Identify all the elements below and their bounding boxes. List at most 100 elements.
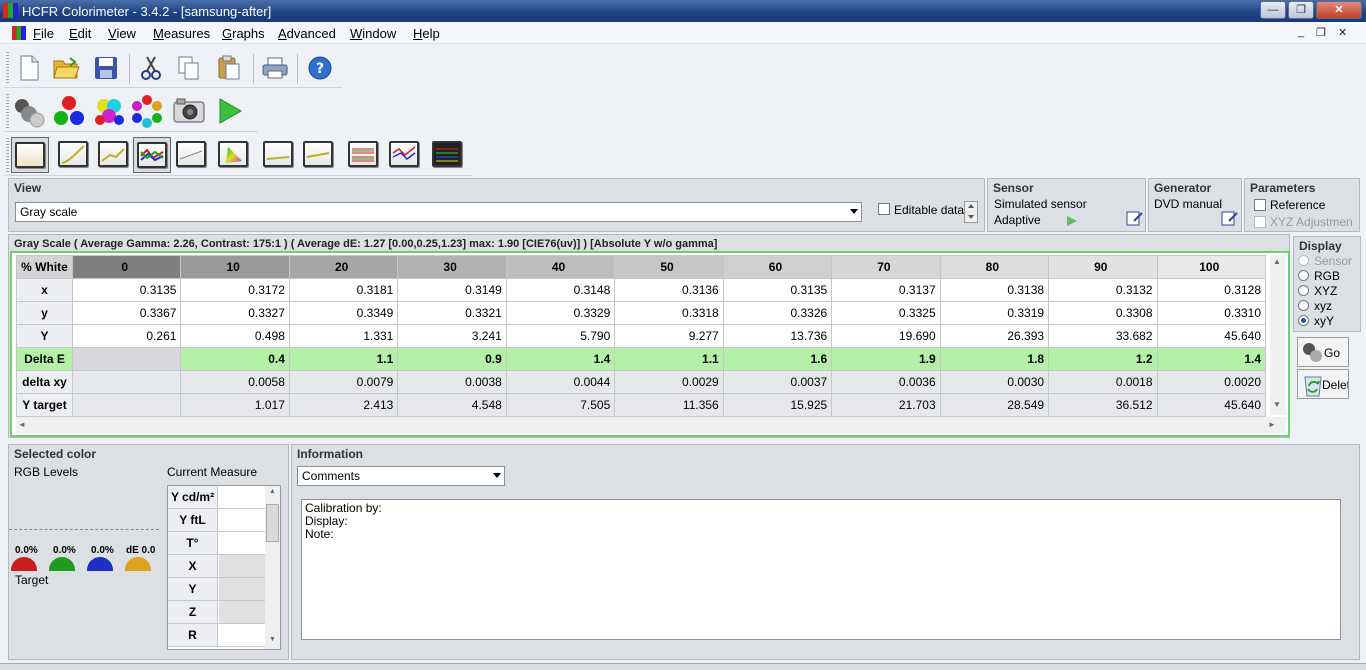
column-header[interactable]: 100	[1156, 255, 1267, 279]
spin-button[interactable]	[964, 201, 978, 223]
table-cell[interactable]: 0.3135	[71, 278, 182, 302]
comments-textarea[interactable]: Calibration by: Display: Note:	[301, 499, 1341, 640]
measure-row-value[interactable]	[219, 601, 265, 623]
column-header[interactable]: 10	[180, 255, 290, 279]
table-cell[interactable]: 0.0018	[1048, 370, 1158, 394]
sensor-play-icon[interactable]	[1066, 215, 1078, 227]
open-folder-icon[interactable]	[49, 51, 83, 85]
table-cell[interactable]: 0.3172	[180, 278, 290, 302]
table-cell[interactable]: 21.703	[831, 393, 941, 417]
display-radio-xyz-upper[interactable]	[1298, 285, 1309, 296]
table-cell[interactable]: 0.4	[180, 347, 290, 371]
menu-window[interactable]: Window	[350, 26, 396, 41]
grid-vertical-scrollbar[interactable]: ▲ ▼	[1270, 255, 1286, 415]
column-header[interactable]: 0	[71, 255, 182, 279]
measure-scrollbar[interactable]: ▲ ▼	[265, 486, 280, 649]
table-cell[interactable]: 0.3136	[614, 278, 724, 302]
scroll-thumb[interactable]	[266, 504, 279, 542]
table-cell[interactable]: 0.3148	[505, 278, 616, 302]
rgb-levels-graph-icon[interactable]	[133, 137, 171, 173]
table-cell[interactable]: 0.3318	[614, 301, 724, 325]
table-cell[interactable]: 0.3329	[505, 301, 616, 325]
table-cell[interactable]: 0.3181	[288, 278, 399, 302]
menu-edit[interactable]: Edit	[69, 26, 91, 41]
table-cell[interactable]: 45.640	[1156, 324, 1267, 348]
table-cell[interactable]: 3.241	[397, 324, 507, 348]
minimize-button[interactable]: —	[1260, 1, 1286, 19]
menu-help[interactable]: Help	[413, 26, 440, 41]
column-header[interactable]: 80	[939, 255, 1050, 279]
near-black-graph-icon[interactable]	[387, 137, 421, 171]
paste-icon[interactable]	[212, 51, 246, 85]
table-cell[interactable]: 26.393	[939, 324, 1050, 348]
menu-measures[interactable]: Measures	[153, 26, 210, 41]
table-cell[interactable]: 0.3149	[397, 278, 507, 302]
table-cell[interactable]: 0.3138	[939, 278, 1050, 302]
cie-diagram-icon[interactable]	[216, 137, 250, 171]
maximize-button[interactable]: ❐	[1288, 1, 1314, 19]
table-cell[interactable]: 0.3308	[1048, 301, 1158, 325]
table-cell[interactable]: 0.0079	[288, 370, 399, 394]
table-cell[interactable]: 15.925	[722, 393, 833, 417]
table-cell[interactable]: 0.0044	[505, 370, 616, 394]
table-cell[interactable]: 0.3310	[1156, 301, 1267, 325]
cut-icon[interactable]	[134, 51, 168, 85]
go-button[interactable]: Go	[1297, 337, 1349, 367]
row-header[interactable]: x	[16, 278, 73, 302]
measures-graph-icon[interactable]	[346, 137, 380, 171]
table-cell[interactable]: 1.1	[614, 347, 724, 371]
table-cell[interactable]: 0.3321	[397, 301, 507, 325]
row-header[interactable]: Delta E	[16, 347, 73, 371]
table-cell[interactable]: 0.3326	[722, 301, 833, 325]
menu-graphs[interactable]: Graphs	[222, 26, 265, 41]
print-icon[interactable]	[258, 51, 292, 85]
table-cell[interactable]: 0.0030	[939, 370, 1050, 394]
color-temp-graph-icon[interactable]	[174, 137, 208, 171]
camera-icon[interactable]	[172, 94, 206, 128]
table-cell[interactable]: 0.9	[397, 347, 507, 371]
measure-row-value[interactable]	[219, 578, 265, 600]
gamma-graph-icon[interactable]	[56, 137, 90, 171]
display-radio-rgb[interactable]	[1298, 270, 1309, 281]
table-cell[interactable]	[71, 347, 182, 371]
copy-icon[interactable]	[172, 51, 206, 85]
play-icon[interactable]	[212, 94, 246, 128]
column-header[interactable]: 60	[722, 255, 833, 279]
generator-config-icon[interactable]	[1221, 209, 1239, 227]
table-cell[interactable]: 0.3132	[1048, 278, 1158, 302]
table-cell[interactable]: 0.261	[71, 324, 182, 348]
toolbar-grip[interactable]	[6, 138, 9, 172]
row-header[interactable]: y	[16, 301, 73, 325]
table-cell[interactable]	[71, 370, 182, 394]
table-cell[interactable]: 36.512	[1048, 393, 1158, 417]
table-cell[interactable]: 0.3128	[1156, 278, 1267, 302]
table-cell[interactable]: 0.3135	[722, 278, 833, 302]
help-icon[interactable]: ?	[303, 51, 337, 85]
xyz-adjust-checkbox[interactable]	[1254, 216, 1266, 228]
table-cell[interactable]: 0.3137	[831, 278, 941, 302]
table-cell[interactable]: 7.505	[505, 393, 616, 417]
table-cell[interactable]: 0.0058	[180, 370, 290, 394]
table-cell[interactable]: 0.3349	[288, 301, 399, 325]
table-cell[interactable]: 4.548	[397, 393, 507, 417]
luminance-graph-icon[interactable]	[96, 137, 130, 171]
color-circle-icon[interactable]	[130, 94, 164, 128]
mdi-minimize-button[interactable]: _	[1298, 26, 1304, 38]
toolbar-grip[interactable]	[6, 52, 9, 84]
row-header[interactable]: Y	[16, 324, 73, 348]
scroll-down-icon[interactable]: ▼	[1273, 400, 1281, 409]
table-cell[interactable]: 19.690	[831, 324, 941, 348]
table-cell[interactable]: 1.331	[288, 324, 399, 348]
display-radio-xyy[interactable]	[1298, 315, 1309, 326]
multi-graph-icon[interactable]	[430, 137, 464, 171]
column-header[interactable]: 30	[397, 255, 507, 279]
table-cell[interactable]: 1.4	[1156, 347, 1267, 371]
scroll-left-icon[interactable]: ◄	[18, 420, 26, 429]
measure-row-value[interactable]	[219, 555, 265, 577]
mdi-close-button[interactable]: ✕	[1338, 26, 1347, 39]
table-cell[interactable]: 0.0038	[397, 370, 507, 394]
table-cell[interactable]: 2.413	[288, 393, 399, 417]
information-select[interactable]: Comments	[297, 466, 505, 486]
new-document-icon[interactable]	[12, 51, 46, 85]
secondaries-icon[interactable]	[92, 94, 126, 128]
